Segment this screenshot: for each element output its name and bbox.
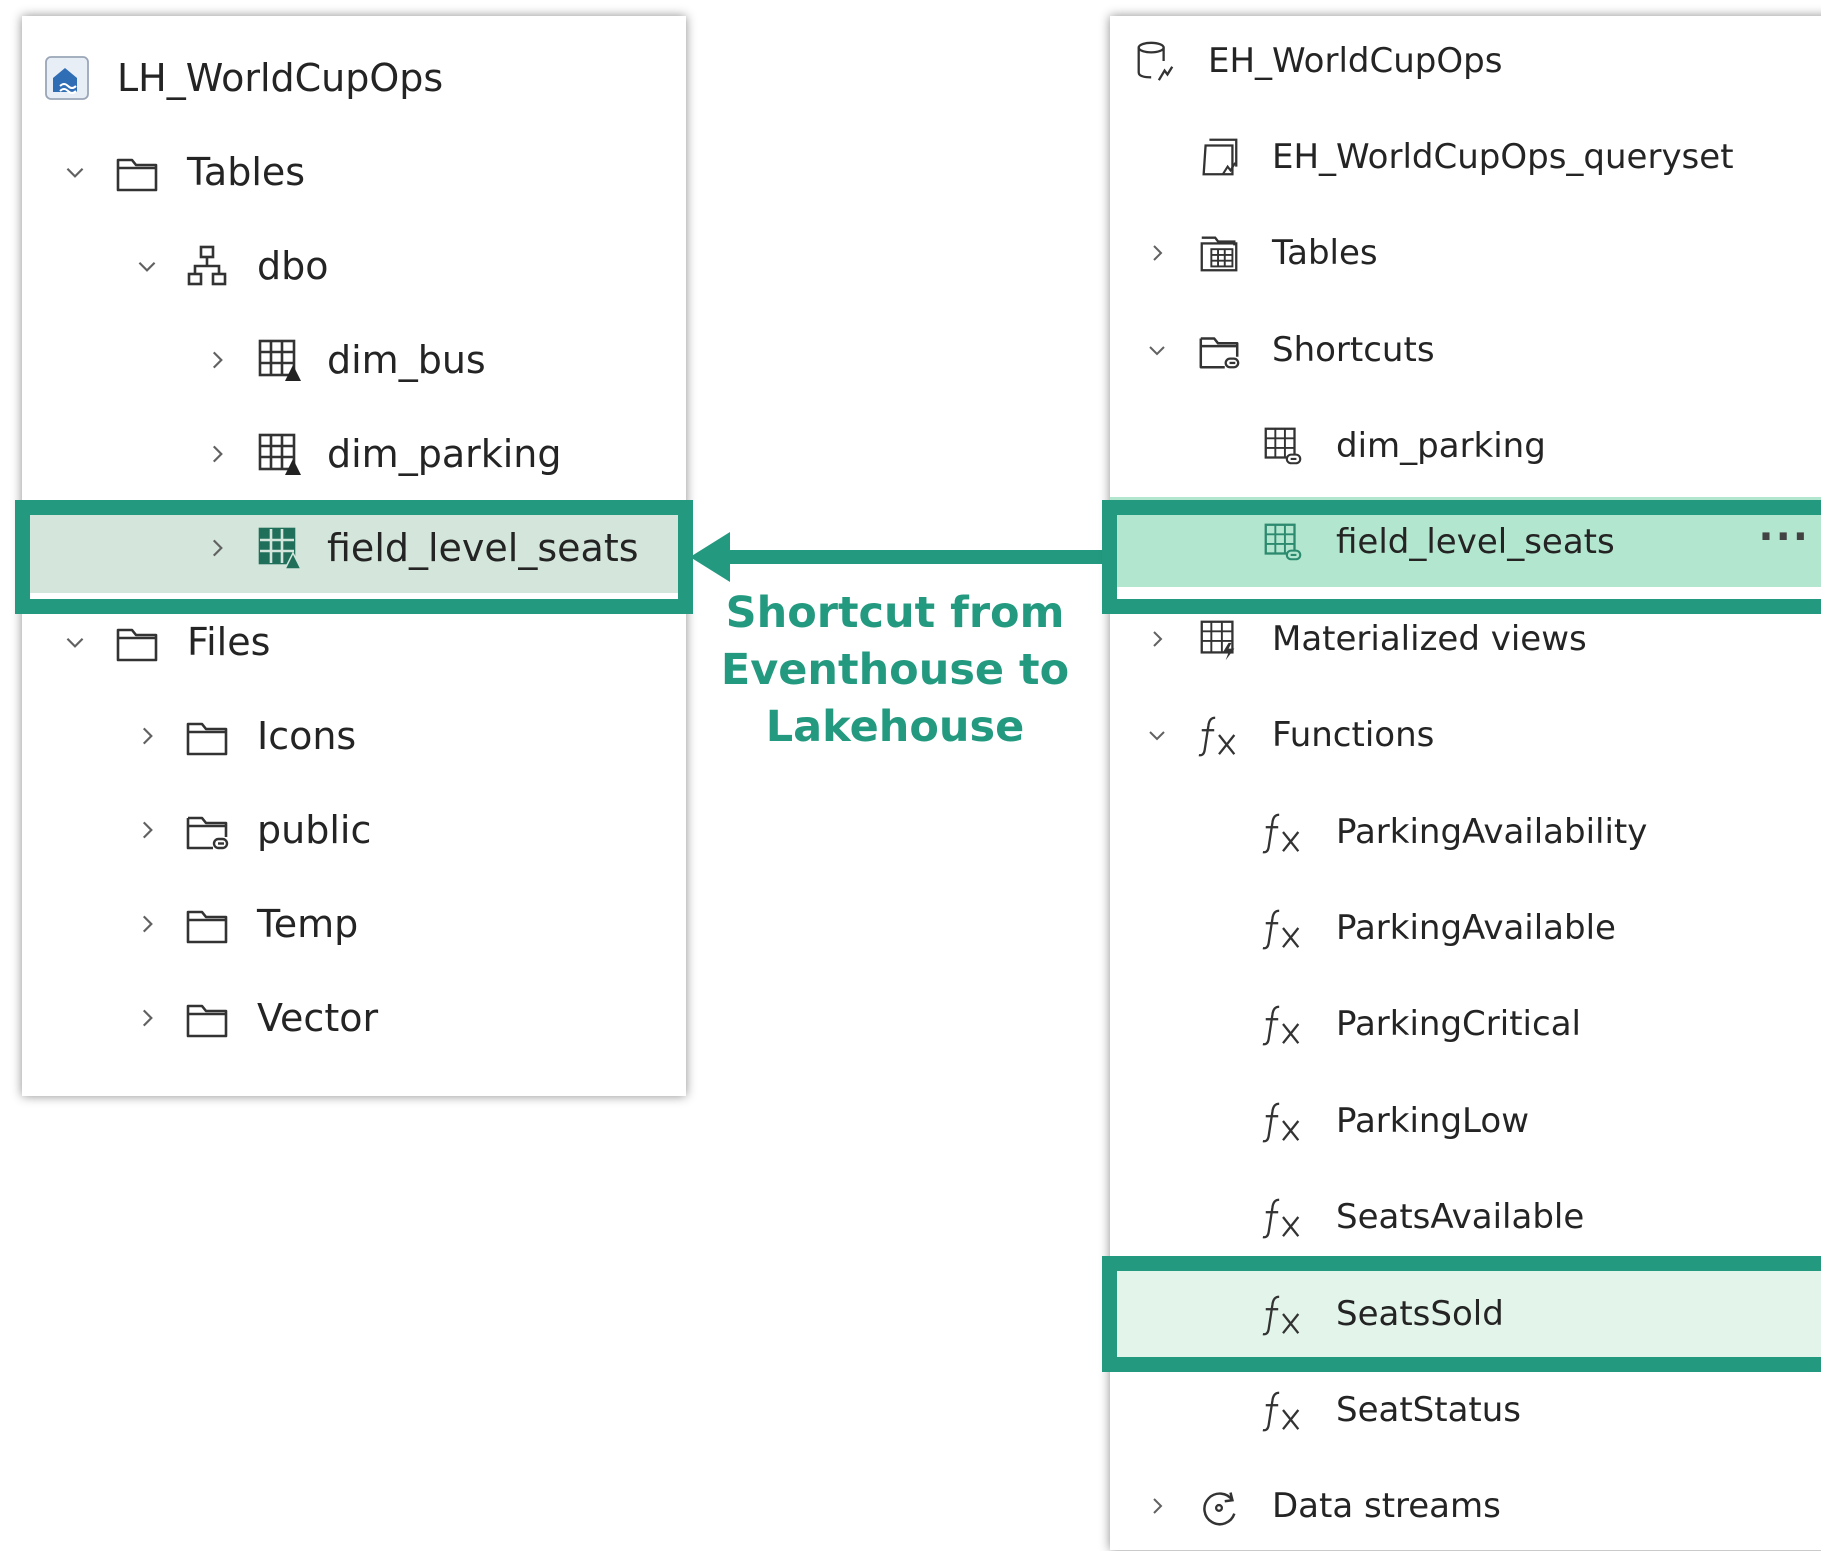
tree-item-dim-parking[interactable]: dim_parking xyxy=(1110,401,1821,491)
chevron-right-icon[interactable] xyxy=(132,815,162,845)
tree-item-dbo[interactable]: dbo xyxy=(22,221,686,311)
tree-item-dim-parking[interactable]: dim_parking xyxy=(22,409,686,499)
tree-item-temp[interactable]: Temp xyxy=(22,879,686,969)
chevron-right-icon[interactable] xyxy=(132,1003,162,1033)
lakehouse-icon xyxy=(42,53,92,103)
function-icon xyxy=(1258,1192,1308,1242)
folder-icon xyxy=(112,617,162,667)
folder-shortcut-icon xyxy=(182,805,232,855)
function-icon xyxy=(1258,1385,1308,1435)
tree-item-shortcuts[interactable]: Shortcuts xyxy=(1110,305,1821,395)
chevron-down-icon[interactable] xyxy=(1142,335,1172,365)
folder-icon xyxy=(112,147,162,197)
eventhouse-shortcut-highlight xyxy=(1102,500,1821,614)
lakehouse-shortcut-highlight xyxy=(15,500,693,614)
chevron-right-icon[interactable] xyxy=(132,909,162,939)
shortcut-arrow-head xyxy=(690,532,730,582)
eventhouse-root-item[interactable]: EH_WorldCupOps xyxy=(1110,16,1821,106)
eventhouse-title: EH_WorldCupOps xyxy=(1208,41,1503,81)
folder-icon xyxy=(182,711,232,761)
chevron-down-icon[interactable] xyxy=(132,251,162,281)
function-icon xyxy=(1258,999,1308,1049)
function-icon xyxy=(1258,1096,1308,1146)
shortcut-annotation: Shortcut from Eventhouse to Lakehouse xyxy=(720,588,1070,752)
tree-item-icons[interactable]: Icons xyxy=(22,691,686,781)
function-icon xyxy=(1258,807,1308,857)
function-icon xyxy=(1258,903,1308,953)
chevron-down-icon[interactable] xyxy=(60,627,90,657)
tree-item-tables[interactable]: Tables xyxy=(1110,208,1821,298)
tree-item-functions[interactable]: Functions xyxy=(1110,690,1821,780)
tree-item-function[interactable]: ParkingLow xyxy=(1110,1076,1821,1166)
chevron-right-icon[interactable] xyxy=(202,439,232,469)
eventhouse-icon xyxy=(1130,36,1180,86)
shortcut-folder-icon xyxy=(1194,325,1244,375)
chevron-right-icon[interactable] xyxy=(1142,1491,1172,1521)
shortcut-arrow-line xyxy=(725,550,1110,564)
chevron-down-icon[interactable] xyxy=(60,157,90,187)
chevron-right-icon[interactable] xyxy=(1142,238,1172,268)
table-shortcut-icon xyxy=(1258,421,1308,471)
tree-item-function[interactable]: ParkingAvailability xyxy=(1110,787,1821,877)
queryset-icon xyxy=(1194,132,1244,182)
chevron-right-icon[interactable] xyxy=(132,721,162,751)
delta-table-icon xyxy=(254,335,304,385)
lakehouse-title: LH_WorldCupOps xyxy=(117,56,444,100)
tables-icon xyxy=(1194,228,1244,278)
tree-item-tables[interactable]: Tables xyxy=(22,127,686,217)
tree-item-function[interactable]: SeatStatus xyxy=(1110,1365,1821,1455)
chevron-right-icon[interactable] xyxy=(1142,624,1172,654)
tree-item-dim-bus[interactable]: dim_bus xyxy=(22,315,686,405)
tree-item-public[interactable]: public xyxy=(22,785,686,875)
tree-item-function[interactable]: ParkingCritical xyxy=(1110,979,1821,1069)
tree-item-function[interactable]: SeatsAvailable xyxy=(1110,1172,1821,1262)
data-stream-icon xyxy=(1194,1481,1244,1531)
tree-item-queryset[interactable]: EH_WorldCupOps_queryset xyxy=(1110,112,1821,202)
seatssold-highlight xyxy=(1102,1256,1821,1372)
materialized-view-icon xyxy=(1194,614,1244,664)
folder-icon xyxy=(182,993,232,1043)
lakehouse-root-item[interactable]: LH_WorldCupOps xyxy=(22,33,686,123)
folder-icon xyxy=(182,899,232,949)
tree-item-function[interactable]: ParkingAvailable xyxy=(1110,883,1821,973)
chevron-right-icon[interactable] xyxy=(202,345,232,375)
schema-icon xyxy=(182,241,232,291)
chevron-down-icon[interactable] xyxy=(1142,720,1172,750)
function-icon xyxy=(1194,710,1244,760)
delta-table-icon xyxy=(254,429,304,479)
tree-item-vector[interactable]: Vector xyxy=(22,973,686,1063)
tree-item-data-streams[interactable]: Data streams xyxy=(1110,1461,1821,1551)
